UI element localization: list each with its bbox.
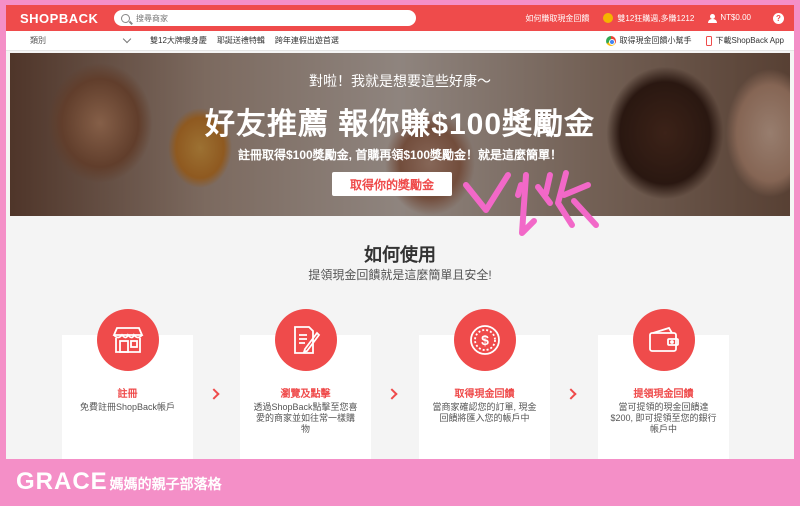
step-title: 註冊 [117, 389, 138, 400]
hero-subtitle: 對啦！我就是想要這些好康～ [309, 73, 491, 89]
dollar-coin-icon: $ [454, 309, 516, 371]
step-title: 提領現金回饋 [633, 389, 694, 400]
step-arrow-2 [386, 388, 398, 400]
step-title: 瀏覽及點擊 [280, 389, 331, 400]
search-box[interactable] [114, 10, 416, 26]
chevron-down-icon [122, 34, 132, 44]
store-icon [97, 309, 159, 371]
nav-right: 取得現金回饋小幫手 下載ShopBack App [605, 35, 784, 46]
step-description: 免費註冊ShopBack帳戶 [79, 402, 176, 412]
step-arrow-3 [565, 388, 577, 400]
step-description: 透過ShopBack點擊至您喜愛的商家並如往常一樣購物 [253, 402, 358, 434]
get-reward-button[interactable]: 取得你的獎勵金 [332, 172, 452, 196]
step-title: 取得現金回饋 [454, 389, 515, 400]
category-dropdown[interactable]: 類別 [30, 34, 132, 46]
nav-link-xmas-gifts[interactable]: 耶誕送禮特輯 [217, 35, 265, 46]
hero-title: 好友推薦 報你賺$100獎勵金 [204, 108, 596, 141]
handwritten-click-annotation [463, 170, 599, 236]
blog-watermark: GRACE 媽媽的親子部落格 [16, 468, 222, 496]
wallet-icon [633, 309, 695, 371]
search-input[interactable] [136, 13, 396, 23]
nav-bar: 類別 雙12大牌暖身慶 耶誕送禮特輯 跨年連假出遊首選 取得現金回饋小幫手 下載… [6, 31, 794, 51]
watermark-text: 媽媽的親子部落格 [109, 476, 222, 492]
top-right-menu: 如何賺取現金回饋 雙12狂購週,多賺1212 NT$0.00 ? [525, 12, 784, 24]
nav-links: 雙12大牌暖身慶 耶誕送禮特輯 跨年連假出遊首選 [150, 35, 339, 46]
user-icon [708, 13, 718, 23]
balance-label: NT$0.00 [720, 13, 751, 23]
hero-banner: 對啦！我就是想要這些好康～ 好友推薦 報你賺$100獎勵金 註冊取得$100獎勵… [10, 53, 790, 216]
how-to-earn-link[interactable]: 如何賺取現金回饋 [525, 13, 589, 24]
watermark-brand: GRACE [16, 468, 108, 495]
extension-label: 取得現金回饋小幫手 [619, 36, 692, 45]
app-download-link[interactable]: 下載ShopBack App [705, 35, 784, 46]
app-label: 下載ShopBack App [715, 36, 784, 45]
step-arrow-1 [208, 388, 220, 400]
chrome-icon [605, 35, 616, 46]
promo-link[interactable]: 雙12狂購週,多賺1212 [603, 13, 694, 24]
how-to-use-subtitle: 提領現金回饋就是這麼簡單且安全! [308, 268, 492, 282]
promo-label: 雙12狂購週,多賺1212 [617, 13, 695, 23]
nav-link-double12[interactable]: 雙12大牌暖身慶 [150, 35, 207, 46]
shopback-logo[interactable]: SHOPBACK [20, 11, 110, 26]
category-label: 類別 [30, 36, 46, 45]
help-icon[interactable]: ? [773, 12, 784, 24]
browser-page: SHOPBACK 如何賺取現金回饋 雙12狂購週,多賺1212 NT$0.00 … [6, 5, 794, 459]
account-balance[interactable]: NT$0.00 [708, 13, 751, 23]
phone-icon [705, 35, 712, 46]
step-description: 當商家確認您的訂單, 現金回饋將匯入您的帳戶中 [432, 402, 537, 423]
nav-link-new-year-travel[interactable]: 跨年連假出遊首選 [275, 35, 339, 46]
svg-text:$: $ [481, 332, 489, 348]
hero-description: 註冊取得$100獎勵金, 首購再領$100獎勵金！就是這麼簡單！ [237, 148, 563, 162]
document-pen-icon [275, 309, 337, 371]
how-to-use-title: 如何使用 [364, 245, 436, 265]
search-icon [121, 13, 130, 23]
step-description: 當可提領的現金回饋達$200, 即可提領至您的銀行帳戶中 [610, 402, 717, 434]
hero-content: 對啦！我就是想要這些好康～ 好友推薦 報你賺$100獎勵金 註冊取得$100獎勵… [10, 53, 790, 216]
top-bar: SHOPBACK 如何賺取現金回饋 雙12狂購週,多賺1212 NT$0.00 … [6, 5, 794, 31]
extension-link[interactable]: 取得現金回饋小幫手 [605, 35, 692, 46]
coin-icon [603, 13, 614, 24]
